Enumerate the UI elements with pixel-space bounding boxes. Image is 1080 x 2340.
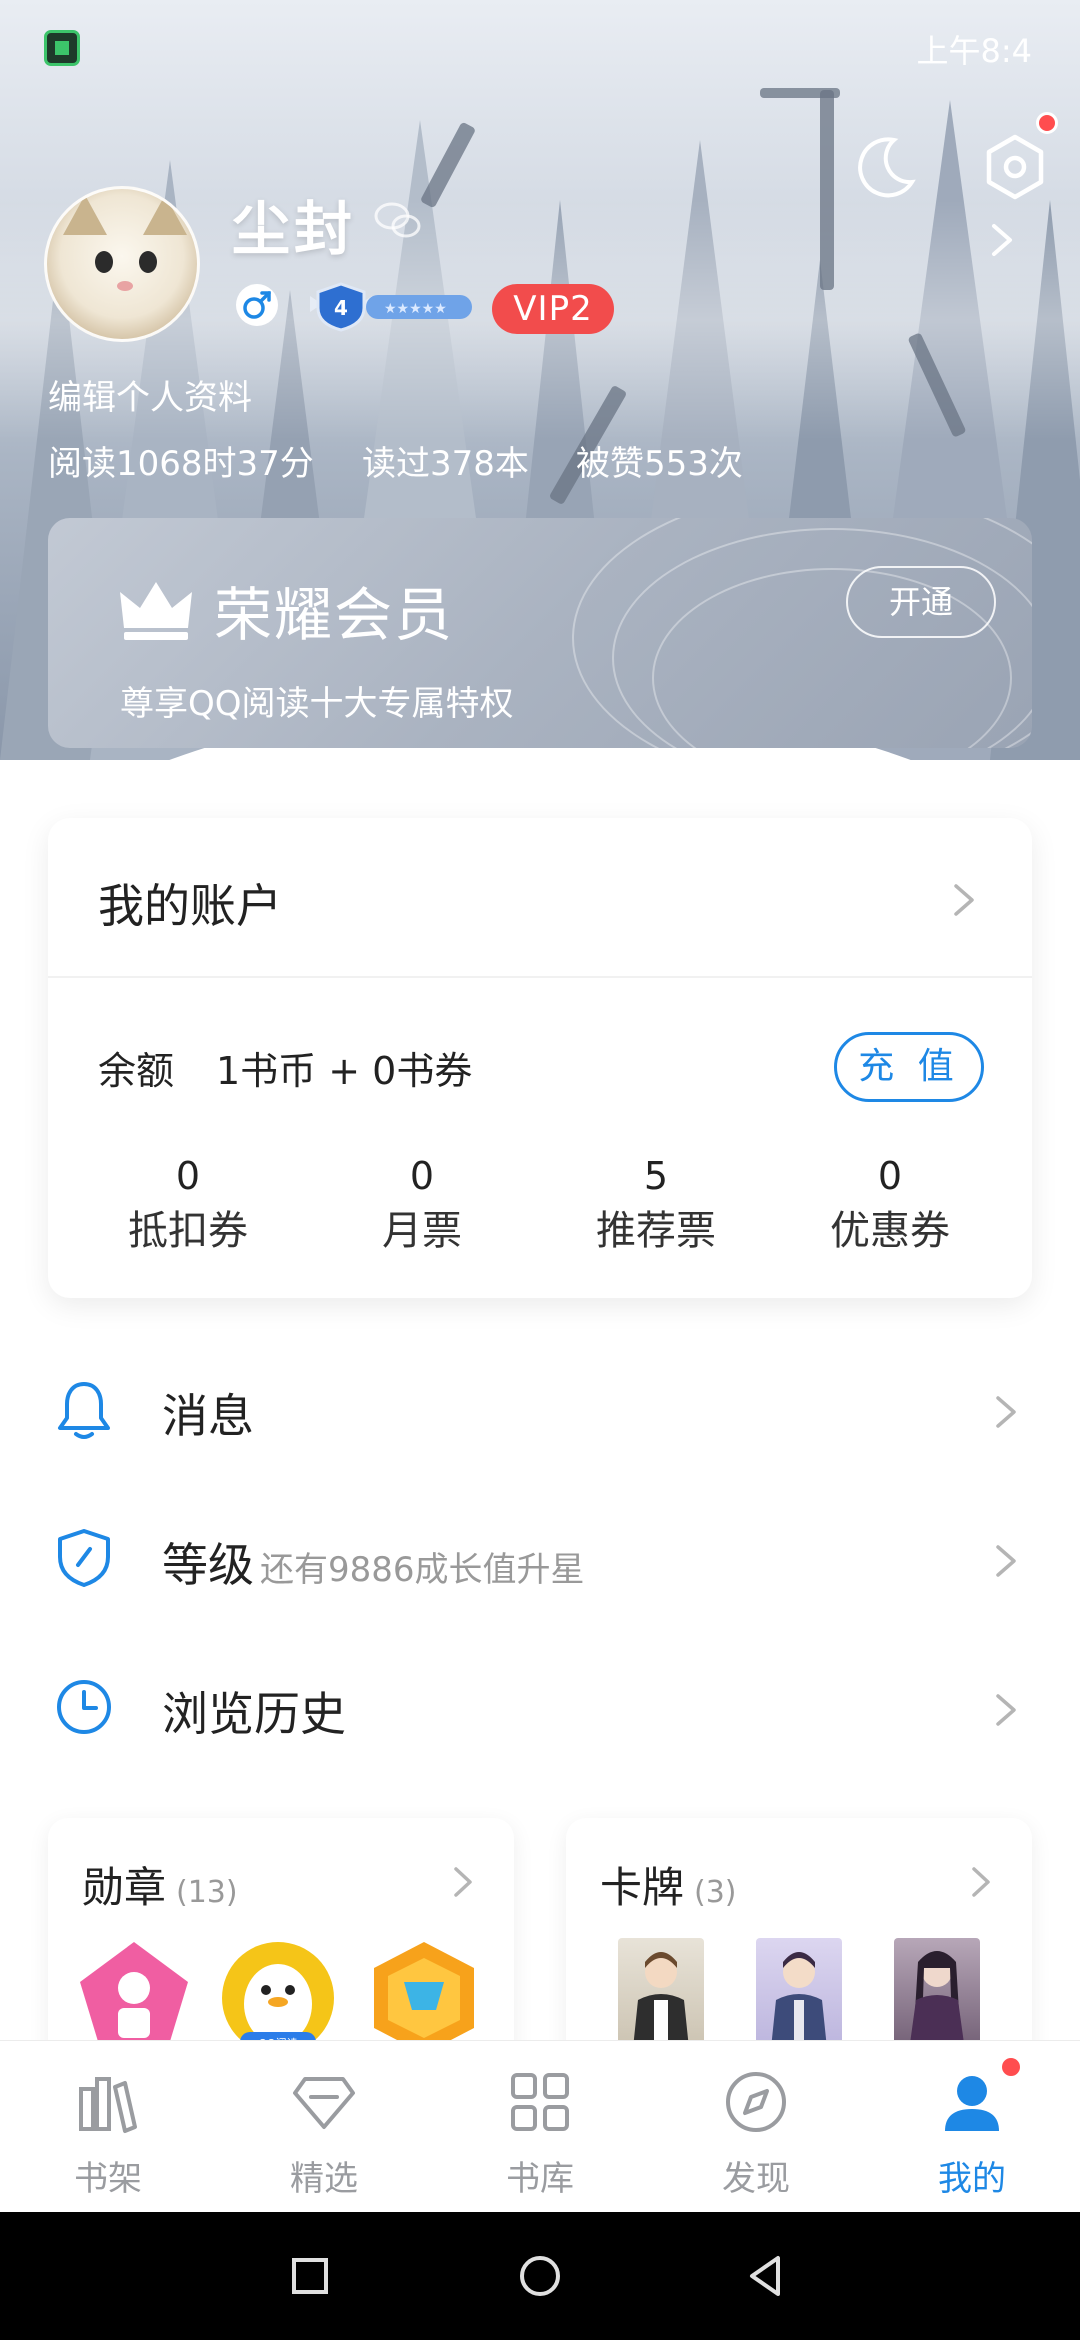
nav-label: 发现 <box>722 2159 790 2199</box>
level-number: 4 <box>334 296 348 320</box>
vip-badge[interactable]: VIP2 <box>492 284 614 334</box>
calligraphy-stroke <box>820 90 834 290</box>
svg-text:★★★★★: ★★★★★ <box>384 301 447 317</box>
system-navigation-bar <box>0 2212 1080 2340</box>
settings-notification-dot <box>1036 112 1058 134</box>
panel-title: 勋章 (13) <box>82 1854 238 1915</box>
cards-title: 卡牌 <box>600 1863 685 1912</box>
back-icon[interactable] <box>742 2250 794 2302</box>
medals-count: (13) <box>176 1875 238 1910</box>
chevron-right-icon <box>996 1545 1016 1577</box>
nav-label: 书架 <box>74 2159 142 2199</box>
nav-tab-library[interactable]: 书库 <box>432 2041 648 2213</box>
medals-panel[interactable]: 勋章(13) QQ阅读 <box>48 1818 514 2078</box>
ticket-deduction[interactable]: 0 抵扣券 <box>88 1150 288 1260</box>
user-level-badge[interactable]: ★★★★★ 4 <box>306 282 476 332</box>
menu-label: 消息 <box>162 1389 254 1443</box>
bottom-navigation: 书架 精选 书库 发现 我的 <box>0 2040 1080 2212</box>
balance-label: 余额 <box>98 1049 175 1093</box>
menu-item-history[interactable]: 浏览历史 <box>0 1632 1080 1782</box>
nav-tab-featured[interactable]: 精选 <box>216 2041 432 2213</box>
menu-item-messages[interactable]: 消息 <box>0 1334 1080 1484</box>
menu-label: 浏览历史 <box>162 1687 346 1741</box>
ticket-count: 0 <box>175 1154 201 1198</box>
chevron-right-icon <box>972 1867 990 1897</box>
male-gender-icon <box>236 284 278 326</box>
balance-value: 1书币 + 0书券 <box>216 1049 473 1093</box>
divider <box>48 976 1032 978</box>
clock-icon <box>57 1680 111 1734</box>
ticket-count: 5 <box>643 1154 669 1198</box>
read-time-stat: 阅读1068时37分 <box>48 444 314 484</box>
open-membership-button[interactable]: 开通 <box>846 566 996 638</box>
nav-label: 我的 <box>938 2159 1006 2199</box>
recent-apps-icon[interactable] <box>284 2250 336 2302</box>
app-notification-icon <box>44 30 80 66</box>
level-shield-icon: ★★★★★ 4 <box>310 282 472 332</box>
recharge-button[interactable]: 充 值 <box>834 1032 984 1102</box>
likes-stat: 被赞553次 <box>576 444 743 484</box>
level-hint: 还有9886成长值升星 <box>260 1550 585 1590</box>
account-card: 我的账户 余额 1书币 + 0书券 充 值 0 抵扣券 0 月票 5 推荐票 0… <box>48 818 1032 1298</box>
ticket-label: 抵扣券 <box>128 1208 248 1254</box>
chevron-right-icon <box>996 1694 1016 1726</box>
honor-member-card[interactable]: 荣耀会员 尊享QQ阅读十大专属特权 开通 <box>48 518 1032 748</box>
nav-tab-me[interactable]: 我的 <box>864 2041 1080 2213</box>
grid-icon <box>511 2073 569 2131</box>
account-title[interactable]: 我的账户 <box>98 870 282 936</box>
ticket-count: 0 <box>409 1154 435 1198</box>
avatar[interactable] <box>44 186 200 342</box>
menu-label: 等级 还有9886成长值升星 <box>162 1529 585 1595</box>
crown-icon <box>120 582 192 640</box>
panel-title: 卡牌 (3) <box>600 1854 737 1915</box>
chevron-right-icon <box>454 1867 472 1897</box>
person-icon <box>945 2076 999 2131</box>
ticket-label: 月票 <box>382 1208 462 1254</box>
bookshelf-icon <box>79 2077 137 2133</box>
diamond-icon <box>293 2077 355 2129</box>
compass-icon <box>726 2072 786 2132</box>
menu-item-level[interactable]: 等级 还有9886成长值升星 <box>0 1483 1080 1633</box>
nav-label: 精选 <box>290 2159 358 2199</box>
wechat-icon <box>374 202 421 238</box>
medals-title: 勋章 <box>82 1863 167 1912</box>
notification-dot <box>999 2055 1023 2079</box>
cards-panel[interactable]: 卡牌 (3) <box>566 1818 1032 2078</box>
edit-profile-link[interactable]: 编辑个人资料 <box>48 370 252 419</box>
nav-tab-discover[interactable]: 发现 <box>648 2041 864 2213</box>
account-chevron-right-icon[interactable] <box>948 880 978 920</box>
honor-title: 荣耀会员 <box>214 581 455 649</box>
ticket-count: 0 <box>877 1154 903 1198</box>
ticket-label: 优惠券 <box>830 1208 950 1254</box>
level-label: 等级 <box>162 1538 254 1592</box>
ticket-label: 推荐票 <box>596 1208 716 1254</box>
ticket-monthly[interactable]: 0 月票 <box>322 1150 522 1260</box>
cards-count: (3) <box>694 1875 737 1910</box>
profile-chevron-right-icon[interactable] <box>984 220 1020 260</box>
shield-icon <box>58 1529 110 1587</box>
books-read-stat: 读过378本 <box>362 444 529 484</box>
ticket-recommend[interactable]: 5 推荐票 <box>556 1150 756 1260</box>
username[interactable]: 尘封 <box>232 182 356 266</box>
honor-subtitle: 尊享QQ阅读十大专属特权 <box>120 684 514 724</box>
ticket-coupon[interactable]: 0 优惠券 <box>790 1150 990 1260</box>
status-bar: 上午8:4 <box>0 0 1080 90</box>
settings-icon[interactable] <box>980 132 1050 202</box>
home-icon[interactable] <box>514 2250 566 2302</box>
nav-tab-bookshelf[interactable]: 书架 <box>0 2041 216 2213</box>
night-mode-moon-icon[interactable] <box>850 132 920 202</box>
status-time: 上午8:4 <box>916 32 1032 70</box>
bell-icon <box>58 1382 110 1439</box>
chevron-right-icon <box>996 1396 1016 1428</box>
nav-label: 书库 <box>506 2159 574 2199</box>
